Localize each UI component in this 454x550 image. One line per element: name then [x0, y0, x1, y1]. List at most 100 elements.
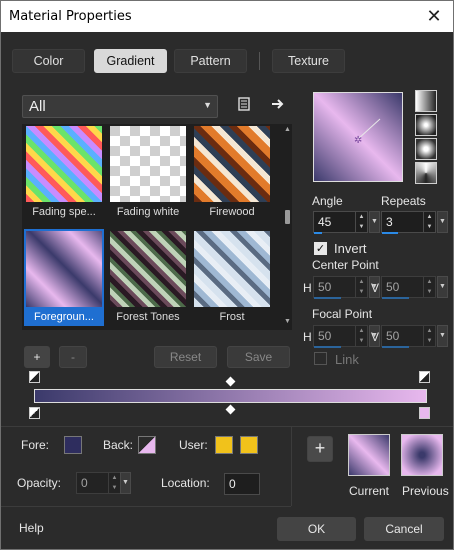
spinner-arrows-icon[interactable]: ▲ ▼	[355, 326, 367, 346]
vertical-divider	[291, 426, 292, 506]
location-label: Location:	[161, 476, 210, 490]
tab-texture[interactable]: Texture	[272, 49, 345, 73]
focal-v-value[interactable]: 50	[386, 329, 399, 343]
rectangular-style-button[interactable]	[415, 114, 437, 136]
radial-style-button[interactable]	[415, 162, 437, 184]
thumb-label: Fading white	[116, 206, 180, 218]
link-label: Link	[335, 352, 359, 367]
add-swatch-button[interactable]: +	[307, 436, 333, 462]
gradient-thumb-fading-white[interactable]: Fading white	[108, 124, 188, 221]
gradient-preview[interactable]: ✲	[313, 92, 403, 182]
center-v-slider-track[interactable]	[382, 297, 409, 299]
back-label: Back:	[103, 438, 134, 452]
save-button[interactable]: Save	[227, 346, 290, 368]
repeats-dropdown[interactable]: ▼	[437, 211, 448, 233]
focal-v-dropdown[interactable]: ▼	[437, 325, 448, 347]
invert-checkbox[interactable]: ✓	[314, 242, 327, 255]
gallery-scrollbar[interactable]: ▲ ▼	[283, 124, 292, 330]
cancel-button[interactable]: Cancel	[364, 517, 444, 541]
midpoint-stop-marker[interactable]	[29, 371, 40, 383]
center-v-stepper[interactable]: 50 ▲ ▼	[381, 276, 436, 299]
focal-v-label: V	[371, 330, 380, 344]
center-h-slider-track[interactable]	[314, 297, 341, 299]
thumb-image	[26, 231, 102, 307]
spinner-arrows-icon[interactable]: ▲ ▼	[423, 277, 435, 297]
previous-swatch[interactable]	[401, 434, 443, 476]
gradient-thumb-foreground[interactable]: Foregroun...	[24, 229, 104, 326]
spinner-arrows-icon[interactable]: ▲ ▼	[355, 212, 367, 232]
focal-v-stepper[interactable]: 50 ▲ ▼	[381, 325, 436, 348]
spinner-arrows-icon[interactable]: ▲ ▼	[423, 212, 435, 232]
user-color-swatch-1[interactable]	[215, 436, 233, 454]
focal-h-stepper[interactable]: 50 ▲ ▼	[313, 325, 368, 348]
angle-stepper[interactable]: 45 ▲ ▼	[313, 211, 368, 234]
scrollbar-thumb[interactable]	[285, 210, 290, 224]
help-link[interactable]: Help	[19, 521, 44, 535]
chevron-up-icon[interactable]: ▲	[283, 126, 292, 133]
window-title: Material Properties	[9, 9, 132, 24]
spinner-arrows-icon[interactable]: ▲ ▼	[108, 473, 120, 493]
gradient-thumb-fading-spectrum[interactable]: Fading spe...	[24, 124, 104, 221]
thumb-label: Foregroun...	[34, 311, 94, 323]
focal-h-value[interactable]: 50	[318, 329, 331, 343]
linear-style-button[interactable]	[415, 90, 437, 112]
divider	[1, 426, 453, 427]
add-gradient-button[interactable]: +	[24, 346, 50, 368]
center-h-label: H	[303, 281, 312, 295]
gradient-thumb-frost[interactable]: Frost	[192, 229, 272, 326]
previous-label: Previous	[402, 484, 449, 498]
center-h-value[interactable]: 50	[318, 280, 331, 294]
link-checkbox[interactable]	[314, 352, 327, 365]
gallery-filter-dropdown[interactable]: All ▼	[22, 95, 218, 118]
center-v-dropdown[interactable]: ▼	[437, 276, 448, 298]
color-stop-end[interactable]	[419, 407, 430, 419]
back-color-swatch[interactable]	[138, 436, 156, 454]
opacity-stepper[interactable]: 0 ▲ ▼	[76, 472, 121, 494]
gradient-thumb-forest-tones[interactable]: Forest Tones	[108, 229, 188, 326]
user-label: User:	[179, 438, 208, 452]
close-icon[interactable]: ✕	[421, 4, 447, 28]
focal-h-slider-track[interactable]	[314, 346, 341, 348]
reset-button[interactable]: Reset	[154, 346, 217, 368]
arrow-right-icon[interactable]	[269, 96, 287, 114]
ok-button[interactable]: OK	[277, 517, 356, 541]
midpoint-diamond[interactable]	[225, 376, 236, 387]
repeats-stepper[interactable]: 3 ▲ ▼	[381, 211, 436, 234]
gradient-thumb-firewood[interactable]: Firewood	[192, 124, 272, 221]
angle-dropdown[interactable]: ▼	[369, 211, 380, 233]
tab-divider	[259, 52, 260, 70]
opacity-label: Opacity:	[17, 476, 62, 490]
fore-label: Fore:	[21, 438, 50, 452]
midpoint-stop-marker[interactable]	[419, 371, 430, 383]
chevron-down-icon: ▼	[203, 100, 212, 110]
repeats-value[interactable]: 3	[386, 215, 393, 229]
spinner-arrows-icon[interactable]: ▲ ▼	[355, 277, 367, 297]
resource-manager-icon[interactable]	[235, 96, 253, 114]
chevron-down-icon[interactable]: ▼	[283, 318, 292, 325]
spinner-arrows-icon[interactable]: ▲ ▼	[423, 326, 435, 346]
repeats-slider-track[interactable]	[382, 232, 398, 234]
center-h-stepper[interactable]: 50 ▲ ▼	[313, 276, 368, 299]
center-v-value[interactable]: 50	[386, 280, 399, 294]
center-v-label: V	[371, 281, 380, 295]
remove-gradient-button[interactable]: -	[59, 346, 87, 368]
title-bar: Material Properties ✕	[1, 1, 453, 32]
user-color-swatch-2[interactable]	[240, 436, 258, 454]
opacity-value[interactable]: 0	[81, 476, 88, 490]
focal-v-slider-track[interactable]	[382, 346, 409, 348]
tab-pattern[interactable]: Pattern	[174, 49, 247, 73]
sunburst-style-button[interactable]	[415, 138, 437, 160]
location-input[interactable]: 0	[224, 473, 260, 495]
current-swatch[interactable]	[348, 434, 390, 476]
tab-color[interactable]: Color	[12, 49, 85, 73]
opacity-dropdown[interactable]: ▼	[120, 472, 131, 494]
angle-value[interactable]: 45	[318, 215, 331, 229]
location-value[interactable]: 0	[229, 477, 236, 491]
color-stop-start[interactable]	[29, 407, 40, 419]
material-properties-dialog: Material Properties ✕ Color Gradient Pat…	[0, 0, 454, 550]
angle-slider-track[interactable]	[314, 232, 322, 234]
tab-gradient[interactable]: Gradient	[94, 49, 167, 73]
gradient-editor-bar[interactable]	[34, 389, 427, 403]
fore-color-swatch[interactable]	[64, 436, 82, 454]
color-midpoint-diamond[interactable]	[225, 404, 236, 415]
